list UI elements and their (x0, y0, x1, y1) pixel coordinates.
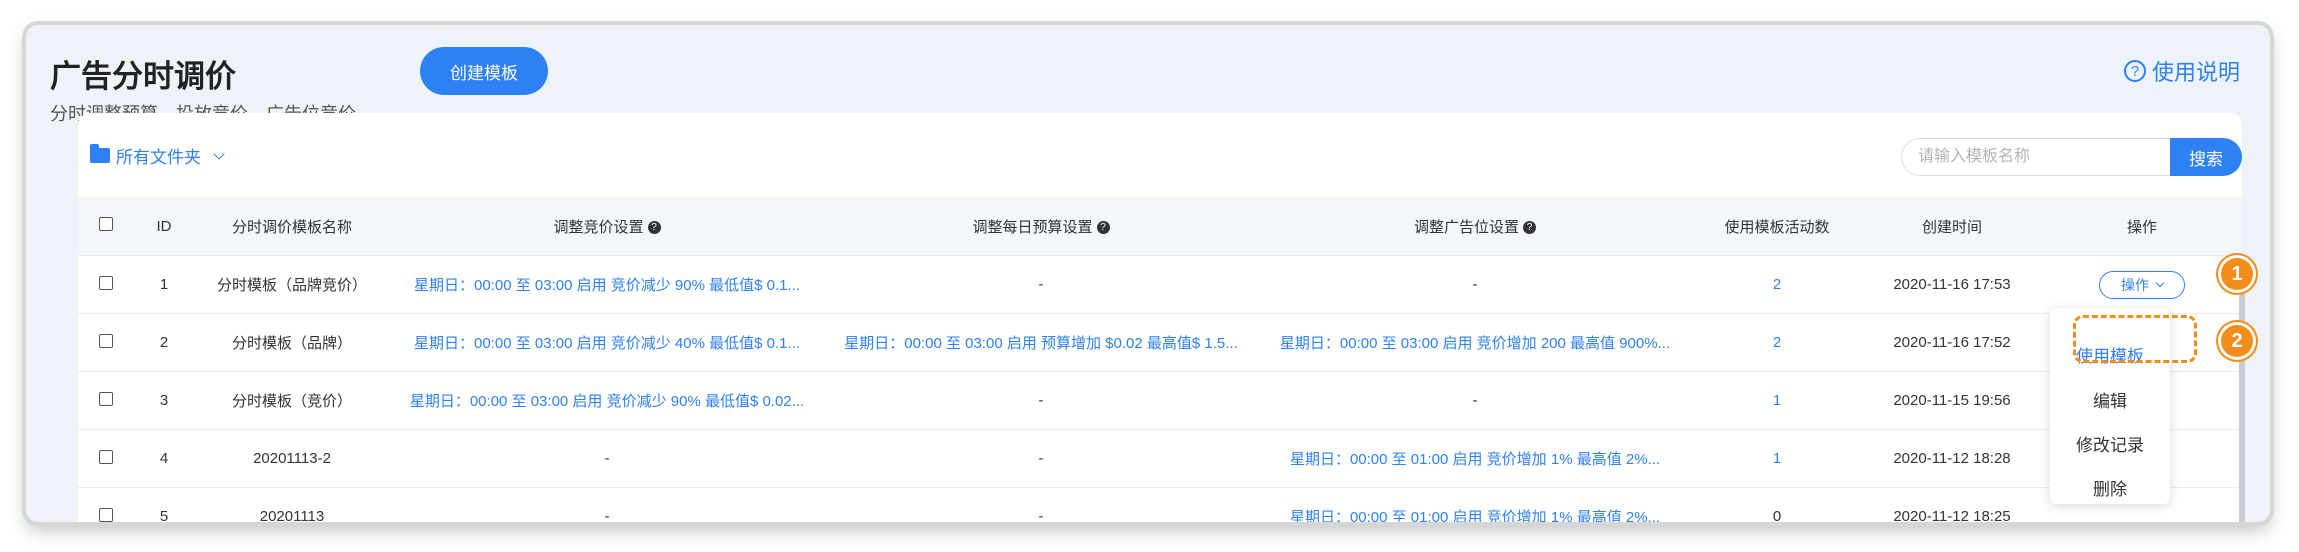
help-link[interactable]: ? 使用说明 (2123, 55, 2240, 87)
row-checkbox[interactable] (99, 333, 113, 348)
app-window: 广告分时调价 分时调整预算、投放竞价、广告位竞价。 创建模板 ? 使用说明 所有… (26, 25, 2270, 522)
highlight-box (2073, 315, 2197, 363)
search-button[interactable]: 搜索 (2170, 138, 2242, 176)
placement-setting-cell[interactable]: 星期日：00:00 至 01:00 启用 竞价增加 1% 最高值 2%... (1258, 487, 1692, 522)
campaign-count-cell[interactable]: 2 (1692, 255, 1862, 314)
row-select-cell (78, 429, 134, 488)
row-checkbox[interactable] (99, 275, 113, 290)
select-all-cell (78, 197, 134, 256)
table-row: 3 分时模板（竞价） 星期日：00:00 至 03:00 启用 竞价减少 90%… (78, 371, 2242, 430)
row-select-cell (78, 371, 134, 430)
create-template-button[interactable]: 创建模板 (420, 47, 548, 95)
campaign-count-cell[interactable]: 1 (1692, 371, 1862, 430)
bid-setting-cell[interactable]: 星期日：00:00 至 03:00 启用 竞价减少 90% 最低值$ 0.1..… (390, 255, 824, 314)
column-header: 调整广告位设置? (1258, 197, 1692, 256)
question-circle-icon: ? (2123, 60, 2146, 82)
created-time-cell: 2020-11-16 17:52 (1862, 313, 2042, 372)
bid-setting-cell: - (390, 429, 824, 488)
chevron-down-icon (2155, 278, 2165, 288)
id-cell: 2 (134, 313, 194, 372)
menu-item-delete[interactable]: 删除 (2050, 475, 2170, 500)
step-badge-2: 2 (2221, 325, 2253, 357)
budget-setting-cell[interactable]: 星期日：00:00 至 03:00 启用 预算增加 $0.02 最高值$ 1.5… (824, 313, 1258, 372)
created-time-cell: 2020-11-16 17:53 (1862, 255, 2042, 314)
folder-icon (90, 144, 110, 163)
table-header-row: ID 分时调价模板名称 调整竞价设置? 调整每日预算设置? 调整广告位设置? 使… (78, 197, 2242, 256)
template-card: 所有文件夹 搜索 ID 分时调价模板名称 调整竞价设置? 调整每日预算设置? 调… (78, 113, 2242, 522)
help-label: 使用说明 (2151, 60, 2240, 85)
folder-label: 所有文件夹 (116, 148, 201, 167)
placement-setting-cell: - (1258, 255, 1692, 314)
action-label: 操作 (2121, 276, 2149, 293)
bid-setting-cell[interactable]: 星期日：00:00 至 03:00 启用 竞价减少 90% 最低值$ 0.02.… (390, 371, 824, 430)
menu-item-edit[interactable]: 编辑 (2050, 387, 2170, 412)
table-row: 1 分时模板（品牌竞价） 星期日：00:00 至 03:00 启用 竞价减少 9… (78, 255, 2242, 314)
budget-setting-cell: - (824, 255, 1258, 314)
id-cell: 4 (134, 429, 194, 488)
name-cell: 20201113 (194, 487, 390, 522)
search-input[interactable] (1901, 138, 2170, 176)
column-header: ID (134, 197, 194, 256)
name-cell: 分时模板（品牌竞价） (194, 255, 390, 314)
column-header-label: 调整竞价设置 (553, 218, 644, 236)
action-dropdown-button[interactable]: 操作 (2099, 270, 2185, 299)
column-header: 调整竞价设置? (390, 197, 824, 256)
id-cell: 1 (134, 255, 194, 314)
row-checkbox[interactable] (99, 391, 113, 406)
page-title: 广告分时调价 (50, 59, 236, 94)
placement-setting-cell[interactable]: 星期日：00:00 至 01:00 启用 竞价增加 1% 最高值 2%... (1258, 429, 1692, 488)
column-header: 创建时间 (1862, 197, 2042, 256)
budget-setting-cell: - (824, 371, 1258, 430)
column-header-label: 调整广告位设置 (1413, 218, 1519, 236)
step-badge-1: 1 (2221, 258, 2253, 290)
row-select-cell (78, 255, 134, 314)
table-row: 4 20201113-2 - - 星期日：00:00 至 01:00 启用 竞价… (78, 429, 2242, 488)
folder-dropdown[interactable]: 所有文件夹 (90, 143, 225, 168)
help-icon[interactable]: ? (1523, 221, 1536, 235)
column-header: 调整每日预算设置? (824, 197, 1258, 256)
table-scrollbar[interactable] (2239, 283, 2245, 522)
row-select-cell (78, 313, 134, 372)
chevron-down-icon (213, 147, 225, 160)
column-header: 分时调价模板名称 (194, 197, 390, 256)
action-cell: 操作 (2042, 255, 2242, 314)
template-table: ID 分时调价模板名称 调整竞价设置? 调整每日预算设置? 调整广告位设置? 使… (78, 197, 2242, 522)
campaign-count-cell[interactable]: 1 (1692, 429, 1862, 488)
placement-setting-cell: - (1258, 371, 1692, 430)
created-time-cell: 2020-11-15 19:56 (1862, 371, 2042, 430)
created-time-cell: 2020-11-12 18:28 (1862, 429, 2042, 488)
name-cell: 分时模板（竞价） (194, 371, 390, 430)
campaign-count-cell[interactable]: 2 (1692, 313, 1862, 372)
name-cell: 20201113-2 (194, 429, 390, 488)
search-bar: 搜索 (1901, 138, 2242, 176)
created-time-cell: 2020-11-12 18:25 (1862, 487, 2042, 522)
help-icon[interactable]: ? (647, 221, 661, 235)
bid-setting-cell[interactable]: 星期日：00:00 至 03:00 启用 竞价减少 40% 最低值$ 0.1..… (390, 313, 824, 372)
menu-item-history[interactable]: 修改记录 (2050, 431, 2170, 456)
campaign-count-cell: 0 (1692, 487, 1862, 522)
budget-setting-cell: - (824, 487, 1258, 522)
name-cell: 分时模板（品牌） (194, 313, 390, 372)
bid-setting-cell: - (390, 487, 824, 522)
row-select-cell (78, 487, 134, 522)
row-checkbox[interactable] (99, 449, 113, 464)
column-header: 操作 (2042, 197, 2242, 256)
row-checkbox[interactable] (99, 507, 113, 522)
select-all-checkbox[interactable] (99, 217, 113, 231)
table-row: 5 20201113 - - 星期日：00:00 至 01:00 启用 竞价增加… (78, 487, 2242, 522)
column-header-label: 调整每日预算设置 (972, 218, 1093, 236)
id-cell: 3 (134, 371, 194, 430)
id-cell: 5 (134, 487, 194, 522)
table-row: 2 分时模板（品牌） 星期日：00:00 至 03:00 启用 竞价减少 40%… (78, 313, 2242, 372)
column-header: 使用模板活动数 (1692, 197, 1862, 256)
budget-setting-cell: - (824, 429, 1258, 488)
placement-setting-cell[interactable]: 星期日：00:00 至 03:00 启用 竞价增加 200 最高值 900%..… (1258, 313, 1692, 372)
help-icon[interactable]: ? (1096, 221, 1110, 235)
